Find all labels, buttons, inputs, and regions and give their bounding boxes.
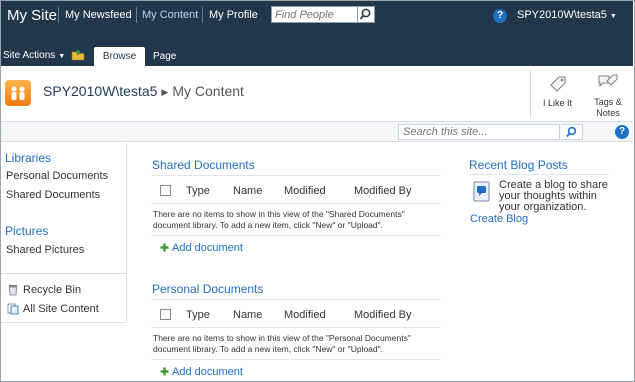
nav-item-all-site-content[interactable]: All Site Content xyxy=(23,303,99,315)
top-navigation-bar: My Site My Newsfeed My Content My Profil… xyxy=(1,1,633,44)
divider xyxy=(151,359,441,360)
find-people-input[interactable] xyxy=(272,7,357,22)
divider xyxy=(151,235,441,236)
breadcrumb: SPY2010W\testa5 ▶ My Content xyxy=(43,83,244,99)
all-site-content-icon xyxy=(7,303,19,315)
site-actions-label: Site Actions xyxy=(3,50,56,61)
blog-description: Create a blog to share your thoughts wit… xyxy=(499,179,608,213)
nav-item-shared-pictures[interactable]: Shared Pictures xyxy=(6,244,84,256)
i-like-it-button[interactable]: I Like It xyxy=(530,70,584,118)
find-people-box[interactable] xyxy=(271,6,358,23)
breadcrumb-arrow-icon: ▶ xyxy=(161,87,169,97)
create-blog-link[interactable]: Create Blog xyxy=(470,213,528,225)
ribbon-tab-row: Site Actions ▼ Browse Page xyxy=(1,44,633,66)
recent-blog-posts-title: Recent Blog Posts xyxy=(469,158,568,172)
empty-message-line: There are no items to show in this view … xyxy=(153,333,411,343)
column-header-modified[interactable]: Modified xyxy=(284,185,326,197)
divider xyxy=(1,273,126,274)
help-icon[interactable]: ? xyxy=(493,9,507,23)
help-icon[interactable]: ? xyxy=(615,125,629,139)
personal-documents-title[interactable]: Personal Documents xyxy=(152,282,263,296)
user-name: SPY2010W\testa5 xyxy=(517,9,607,21)
search-icon xyxy=(359,8,371,20)
tags-notes-label-line2: Notes xyxy=(596,108,620,118)
divider xyxy=(469,174,609,175)
nav-heading-pictures[interactable]: Pictures xyxy=(5,224,48,238)
site-logo-icon xyxy=(5,80,31,106)
left-navigation: Libraries Personal Documents Shared Docu… xyxy=(1,143,127,323)
tab-browse[interactable]: Browse xyxy=(94,47,145,66)
tags-notes-label-line1: Tags & xyxy=(594,97,622,107)
select-all-checkbox[interactable] xyxy=(160,185,171,196)
divider xyxy=(151,203,441,204)
tags-notes-icon xyxy=(598,74,618,88)
empty-list-message: There are no items to show in this view … xyxy=(153,209,433,231)
column-header-name[interactable]: Name xyxy=(233,309,262,321)
shared-documents-title[interactable]: Shared Documents xyxy=(152,158,255,172)
column-header-name[interactable]: Name xyxy=(233,185,262,197)
nav-item-recycle-bin[interactable]: Recycle Bin xyxy=(23,284,81,296)
divider xyxy=(151,327,441,328)
search-input[interactable] xyxy=(399,125,559,139)
empty-message-line: There are no items to show in this view … xyxy=(153,209,405,219)
find-people-button[interactable] xyxy=(358,6,375,23)
column-header-modified-by[interactable]: Modified By xyxy=(354,309,411,321)
search-icon xyxy=(566,126,577,138)
empty-list-message: There are no items to show in this view … xyxy=(153,333,433,355)
blog-icon xyxy=(473,181,490,202)
page-title-area: SPY2010W\testa5 ▶ My Content I Like It Tag… xyxy=(1,66,633,122)
site-actions-menu[interactable]: Site Actions ▼ xyxy=(3,50,65,61)
divider xyxy=(151,299,441,300)
search-button[interactable] xyxy=(561,124,583,140)
column-header-type[interactable]: Type xyxy=(186,309,210,321)
plus-icon xyxy=(160,367,169,376)
nav-link-my-content[interactable]: My Content xyxy=(142,9,198,21)
empty-message-line: document library. To add a new item, cli… xyxy=(153,344,384,354)
divider xyxy=(136,7,137,23)
divider xyxy=(151,175,441,176)
chevron-down-icon: ▼ xyxy=(58,53,66,60)
add-document-link[interactable]: Add document xyxy=(172,366,243,378)
tags-and-notes-button[interactable]: Tags & Notes xyxy=(585,70,631,118)
nav-link-my-newsfeed[interactable]: My Newsfeed xyxy=(65,9,132,21)
nav-link-my-profile[interactable]: My Profile xyxy=(209,9,258,21)
tag-icon xyxy=(549,76,566,92)
tab-page[interactable]: Page xyxy=(153,51,176,62)
site-title[interactable]: My Site xyxy=(7,7,57,24)
page-title: My Content xyxy=(172,83,244,99)
column-header-modified[interactable]: Modified xyxy=(284,309,326,321)
add-document-link[interactable]: Add document xyxy=(172,242,243,254)
nav-item-personal-documents[interactable]: Personal Documents xyxy=(6,170,108,182)
select-all-checkbox[interactable] xyxy=(160,309,171,320)
nav-heading-libraries[interactable]: Libraries xyxy=(5,151,51,165)
recycle-bin-icon xyxy=(9,285,17,296)
divider xyxy=(58,7,59,23)
column-header-modified-by[interactable]: Modified By xyxy=(354,185,411,197)
user-menu[interactable]: SPY2010W\testa5 ▼ xyxy=(517,9,617,21)
search-bar: ? xyxy=(1,122,633,142)
column-header-type[interactable]: Type xyxy=(186,185,210,197)
i-like-it-label: I Like It xyxy=(542,98,572,108)
plus-icon xyxy=(160,243,169,252)
nav-item-shared-documents[interactable]: Shared Documents xyxy=(6,189,100,201)
chevron-down-icon: ▼ xyxy=(609,13,617,20)
navigate-up-folder-icon[interactable] xyxy=(71,49,85,61)
search-box[interactable] xyxy=(398,124,560,140)
empty-message-line: document library. To add a new item, cli… xyxy=(153,220,384,230)
divider xyxy=(202,7,203,23)
breadcrumb-site-link[interactable]: SPY2010W\testa5 xyxy=(43,83,157,99)
